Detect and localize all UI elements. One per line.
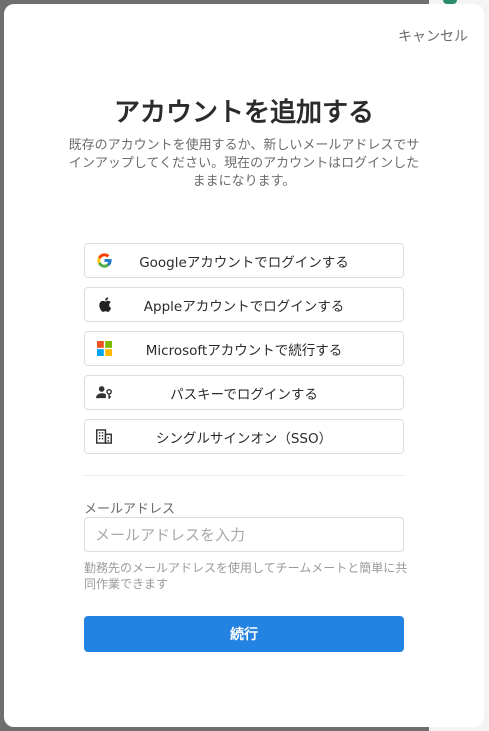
dialog-title: アカウントを追加する (113, 98, 374, 128)
email-hint: 勤務先のメールアドレスを使用してチームメートと簡単に共同作業できます (84, 561, 408, 591)
google-login-label: Googleアカウントでログインする (139, 254, 349, 271)
passkey-icon (95, 384, 113, 402)
email-input[interactable] (84, 517, 404, 552)
passkey-login-label: パスキーでログインする (170, 386, 318, 403)
apple-login-button[interactable]: Appleアカウントでログインする (84, 287, 404, 322)
microsoft-login-button[interactable]: Microsoftアカウントで続行する (84, 331, 404, 366)
microsoft-login-label: Microsoftアカウントで続行する (145, 342, 343, 359)
google-login-button[interactable]: Googleアカウントでログインする (84, 243, 404, 278)
section-divider (84, 475, 404, 476)
sso-login-label: シングルサインオン（SSO） (155, 430, 333, 447)
email-label: メールアドレス (84, 502, 176, 517)
google-icon (95, 252, 113, 270)
login-provider-list: Googleアカウントでログインする Appleアカウントでログインする Mic… (84, 243, 404, 463)
add-account-dialog: キャンセル アカウントを追加する 既存のアカウントを使用するか、新しいメールアド… (4, 4, 484, 727)
dialog-subtitle: 既存のアカウントを使用するか、新しいメールアドレスでサインアップしてください。現… (68, 138, 420, 189)
cancel-button[interactable]: キャンセル (398, 26, 468, 46)
apple-login-label: Appleアカウントでログインする (143, 298, 345, 315)
building-icon (95, 428, 113, 446)
passkey-login-button[interactable]: パスキーでログインする (84, 375, 404, 410)
apple-icon (95, 296, 113, 314)
continue-button[interactable]: 続行 (84, 616, 404, 652)
sso-login-button[interactable]: シングルサインオン（SSO） (84, 419, 404, 454)
microsoft-icon (95, 340, 113, 358)
